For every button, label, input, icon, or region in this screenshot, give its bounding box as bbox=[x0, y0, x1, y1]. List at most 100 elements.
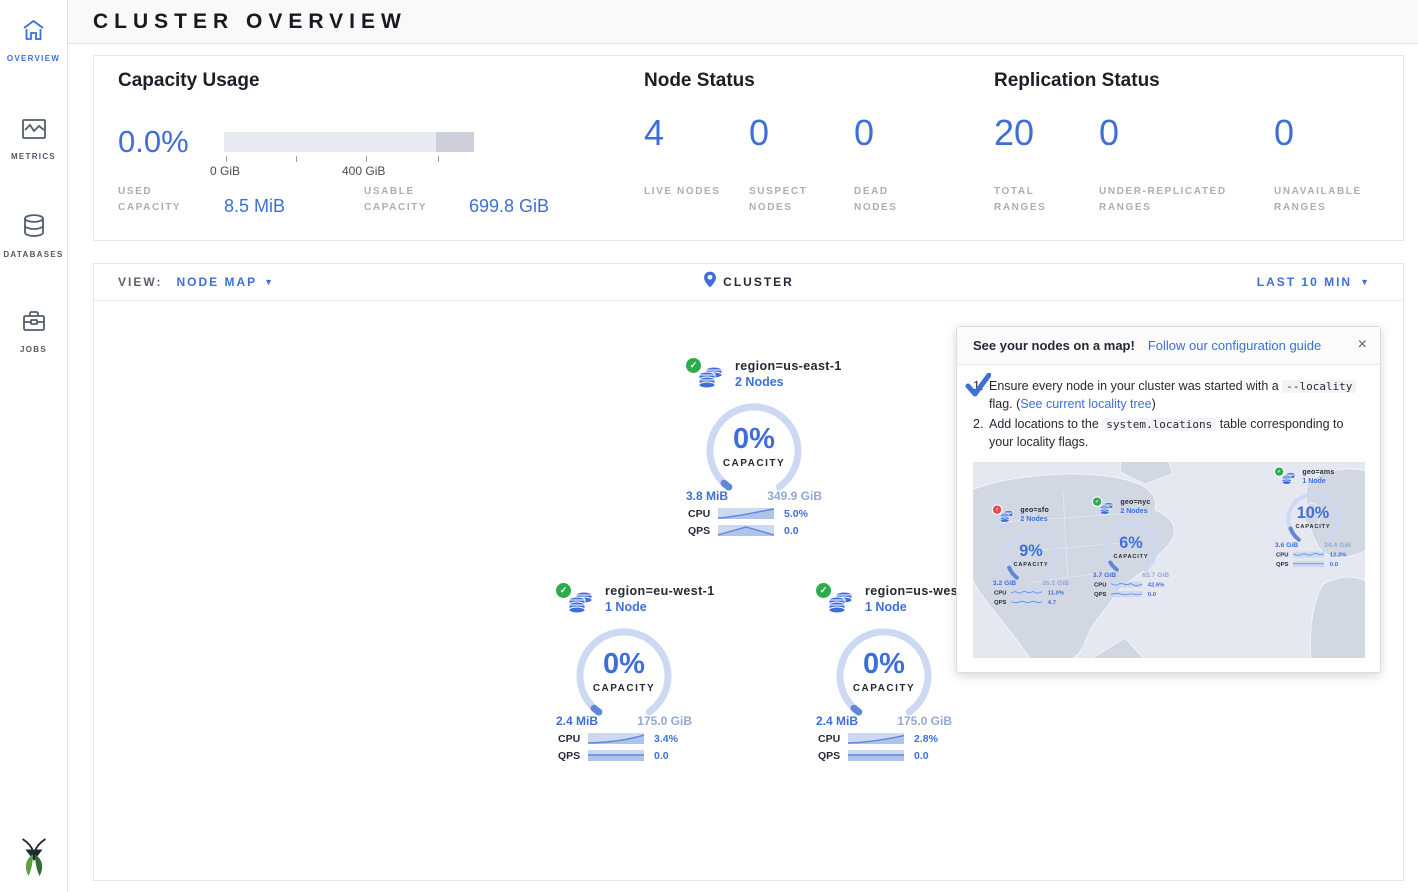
total-ranges-value: 20 bbox=[994, 112, 1034, 154]
page-title: CLUSTER OVERVIEW bbox=[93, 10, 407, 34]
live-nodes-value: 4 bbox=[644, 112, 664, 154]
example-node-map-image: ! geo=sfo 2 Nodes bbox=[973, 462, 1365, 658]
nodes-count-link: 1 Node bbox=[1302, 476, 1325, 484]
cpu-sparkline bbox=[1111, 580, 1142, 587]
gauge-tick bbox=[226, 156, 227, 162]
cpu-value: 11.0% bbox=[1048, 589, 1064, 596]
capacity-word: CAPACITY bbox=[723, 458, 785, 469]
setup-step-1: 1. Ensure every node in your cluster was… bbox=[973, 377, 1364, 413]
nodes-stack-icon: ! bbox=[998, 508, 1015, 525]
code-chip: --locality bbox=[1282, 380, 1356, 393]
time-range-value: LAST 10 MIN bbox=[1257, 275, 1352, 289]
configuration-guide-link[interactable]: Follow our configuration guide bbox=[1148, 338, 1321, 353]
sidebar: OVERVIEW METRICS DATABASES bbox=[0, 0, 68, 892]
cpu-value: 2.8% bbox=[914, 733, 938, 745]
usable-capacity-value: 699.8 GiB bbox=[469, 196, 549, 217]
time-range-dropdown[interactable]: LAST 10 MIN ▼ bbox=[1257, 275, 1371, 289]
cluster-summary-card: Capacity Usage 0.0% 0 GiB 400 GiB USED C… bbox=[93, 55, 1404, 241]
qps-label: QPS bbox=[1276, 560, 1293, 567]
status-warning-icon: ! bbox=[993, 505, 1001, 513]
capacity-arc-gauge: 0% CAPACITY bbox=[572, 624, 676, 712]
capacity-arc-gauge: 0% CAPACITY bbox=[702, 399, 806, 487]
qps-label: QPS bbox=[558, 750, 588, 762]
node-group-header: ✓ region=us-east-1 2 Node bbox=[695, 359, 829, 393]
code-chip: system.locations bbox=[1102, 418, 1216, 431]
nodes-count-link: 2 Nodes bbox=[1020, 514, 1047, 522]
qps-value: 4.7 bbox=[1048, 598, 1056, 605]
briefcase-icon bbox=[21, 309, 47, 339]
region-label: region=us-east-1 bbox=[735, 359, 842, 373]
cpu-value: 42.6% bbox=[1148, 581, 1165, 588]
cockroachdb-logo-icon bbox=[15, 837, 53, 884]
capacity-percent: 6% bbox=[1119, 534, 1142, 550]
cpu-value: 3.4% bbox=[654, 733, 678, 745]
capacity-word: CAPACITY bbox=[1014, 561, 1049, 567]
nodes-count-link[interactable]: 1 Node bbox=[865, 600, 907, 614]
region-label: region=eu-west-1 bbox=[605, 584, 715, 598]
capacity-percent: 0.0% bbox=[118, 124, 189, 160]
home-icon bbox=[20, 18, 47, 48]
cpu-sparkline bbox=[718, 507, 774, 520]
sidebar-item-metrics[interactable]: METRICS bbox=[0, 113, 67, 171]
popup-header: See your nodes on a map! Follow our conf… bbox=[957, 327, 1380, 365]
status-ok-icon: ✓ bbox=[1093, 497, 1101, 505]
status-ok-icon: ✓ bbox=[556, 583, 571, 598]
view-bar: VIEW: NODE MAP ▼ CLUSTER bbox=[93, 263, 1404, 301]
under-replicated-label: UNDER-REPLICATED RANGES bbox=[1099, 184, 1269, 216]
used-capacity-label: USED CAPACITY bbox=[118, 184, 208, 216]
cpu-label: CPU bbox=[994, 589, 1011, 596]
chevron-down-icon: ▼ bbox=[1360, 277, 1371, 287]
capacity-usage-title: Capacity Usage bbox=[118, 70, 260, 92]
map-pin-icon bbox=[703, 271, 717, 293]
nodes-stack-icon: ✓ bbox=[695, 363, 725, 393]
close-icon[interactable]: × bbox=[1358, 336, 1367, 354]
mini-node-group-nyc: ✓ geo=nyc 2 Nodes bbox=[1089, 498, 1239, 658]
cpu-value: 5.0% bbox=[784, 508, 808, 520]
cpu-value: 12.3% bbox=[1330, 551, 1347, 558]
sidebar-item-databases[interactable]: DATABASES bbox=[0, 209, 67, 269]
live-nodes-label: LIVE NODES bbox=[644, 184, 724, 200]
capacity-percent: 0% bbox=[863, 650, 905, 679]
node-map-panel: ✓ region=us-east-1 2 Node bbox=[93, 301, 1404, 881]
capacity-arc-gauge: 10% CAPACITY bbox=[1284, 490, 1342, 539]
sidebar-item-jobs[interactable]: JOBS bbox=[0, 305, 67, 364]
status-ok-icon: ✓ bbox=[816, 583, 831, 598]
locality-tree-link[interactable]: See current locality tree bbox=[1020, 397, 1151, 411]
capacity-gauge-segment bbox=[436, 132, 474, 152]
qps-value: 0.0 bbox=[654, 750, 669, 762]
dead-nodes-value: 0 bbox=[854, 112, 874, 154]
app-root: OVERVIEW METRICS DATABASES bbox=[0, 0, 1418, 892]
region-label: geo=ams bbox=[1302, 468, 1334, 476]
node-group-header: ✓ region=eu-west-1 1 Node bbox=[565, 584, 699, 618]
view-selector-wrap: VIEW: NODE MAP ▼ bbox=[94, 275, 275, 289]
unavailable-ranges-value: 0 bbox=[1274, 112, 1294, 154]
capacity-percent: 9% bbox=[1019, 542, 1042, 558]
capacity-gauge bbox=[224, 132, 474, 152]
sidebar-item-overview[interactable]: OVERVIEW bbox=[0, 14, 67, 73]
node-group-us-east-1: ✓ region=us-east-1 2 Node bbox=[679, 359, 829, 537]
qps-value: 0.0 bbox=[914, 750, 929, 762]
sidebar-item-label: METRICS bbox=[11, 152, 56, 161]
nodes-count-link[interactable]: 1 Node bbox=[605, 600, 647, 614]
sidebar-item-label: OVERVIEW bbox=[7, 54, 60, 63]
breadcrumb-cluster: CLUSTER bbox=[723, 275, 794, 289]
nodes-count-link[interactable]: 2 Nodes bbox=[735, 375, 784, 389]
view-mode-dropdown[interactable]: NODE MAP ▼ bbox=[176, 275, 275, 289]
metrics-chart-icon bbox=[21, 117, 47, 146]
capacity-word: CAPACITY bbox=[853, 683, 915, 694]
qps-label: QPS bbox=[688, 525, 718, 537]
replication-status-title: Replication Status bbox=[994, 70, 1160, 92]
gauge-tick bbox=[438, 156, 439, 162]
nodes-stack-icon: ✓ bbox=[825, 588, 855, 618]
suspect-nodes-label: SUSPECT NODES bbox=[749, 184, 829, 216]
qps-sparkline bbox=[1293, 560, 1324, 567]
capacity-word: CAPACITY bbox=[593, 683, 655, 694]
capacity-word: CAPACITY bbox=[1296, 523, 1331, 529]
qps-sparkline bbox=[718, 524, 774, 537]
nodes-stack-icon: ✓ bbox=[565, 588, 595, 618]
qps-value: 0.0 bbox=[784, 525, 799, 537]
step-text: Ensure every node in your cluster was st… bbox=[989, 377, 1364, 413]
nodes-stack-icon: ✓ bbox=[1280, 470, 1297, 487]
cpu-label: CPU bbox=[1276, 551, 1293, 558]
step-number: 2. bbox=[973, 415, 989, 451]
